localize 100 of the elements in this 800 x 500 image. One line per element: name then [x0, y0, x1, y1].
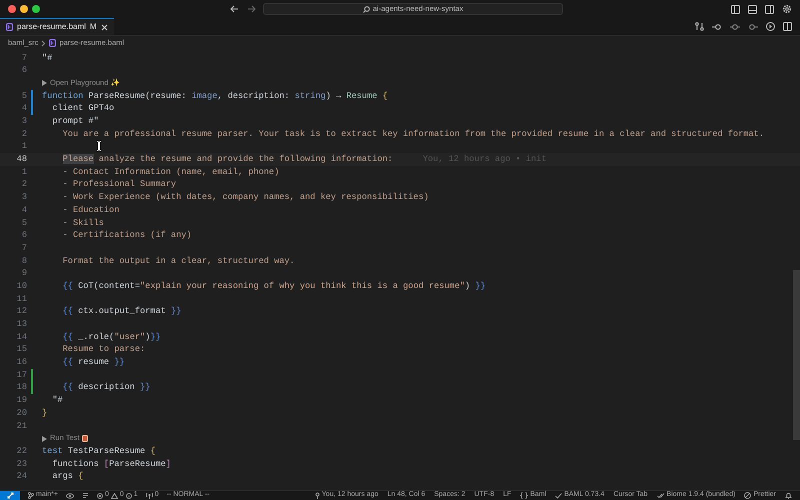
primary-sidebar-icon[interactable]	[731, 4, 740, 14]
line-number: 17	[16, 368, 27, 382]
line-number: 6	[20, 64, 27, 77]
tab-label: parse-resume.baml	[17, 21, 86, 33]
close-window-button[interactable]	[8, 5, 16, 13]
code-line: functions [ParseResume]	[51, 458, 171, 470]
scrollbar-thumb[interactable]	[793, 270, 800, 440]
minimize-window-button[interactable]	[20, 5, 28, 13]
text-cursor-icon	[95, 140, 103, 152]
code-line: prompt #"	[51, 115, 99, 128]
line-number: 15	[16, 343, 27, 356]
test-tube-icon	[82, 435, 88, 442]
go-forward-change-icon[interactable]	[748, 22, 758, 30]
info-icon	[126, 492, 132, 498]
remote-button[interactable]	[0, 490, 20, 500]
play-icon	[42, 436, 47, 442]
line-number: 3	[20, 115, 27, 128]
code-line: - Professional Summary	[62, 178, 176, 192]
compare-changes-icon[interactable]	[695, 22, 704, 31]
code-line: {{ _.role("user")}}	[62, 330, 161, 344]
line-number: 9	[20, 267, 27, 280]
panel-icon[interactable]	[748, 4, 757, 14]
run-icon[interactable]	[766, 22, 775, 31]
code-line: test TestParseResume {	[42, 444, 156, 458]
modified-line-marker[interactable]	[31, 90, 33, 102]
maximize-window-button[interactable]	[32, 5, 40, 13]
secondary-sidebar-icon[interactable]	[765, 4, 774, 14]
code-line: Format the output in a clear, structured way.	[62, 254, 295, 268]
back-arrow-icon[interactable]	[230, 5, 239, 13]
code-line: {{ CoT(content="explain your reasoning of why you think this is a good resume") }}	[62, 280, 486, 293]
code-line: "#	[42, 52, 52, 64]
warning-icon	[110, 492, 118, 498]
line-number: 20	[16, 406, 27, 420]
line-number: 24	[16, 470, 27, 483]
line-number: 23	[16, 458, 27, 470]
close-icon[interactable]	[100, 24, 108, 30]
forward-arrow-icon[interactable]	[247, 5, 256, 13]
code-line: - Certifications (if any)	[62, 229, 192, 242]
line-number: 7	[20, 242, 27, 255]
code-line: - Skills	[62, 216, 104, 230]
split-editor-icon[interactable]	[783, 22, 792, 31]
line-number: 11	[16, 292, 27, 306]
eye-icon[interactable]	[66, 492, 74, 498]
line-number: 13	[16, 318, 27, 331]
code-line: {{ ctx.output_format }}	[62, 305, 182, 318]
editor-tab[interactable]: parse-resume.baml M	[0, 18, 114, 35]
braces-icon	[520, 492, 528, 499]
branch-icon	[28, 492, 34, 499]
settings-icon[interactable]	[782, 4, 792, 14]
line-number: 1	[20, 166, 27, 178]
code-line: You are a professional resume parser. Your task is to extract key information from the provided resume in a clear and structured format.	[62, 128, 764, 140]
play-icon	[42, 80, 47, 86]
line-number: 5	[20, 90, 27, 102]
line-number: 4	[20, 204, 27, 217]
modified-label: M	[90, 21, 97, 33]
code-line: client GPT4o	[51, 102, 114, 116]
line-number: 3	[20, 191, 27, 204]
bell-icon[interactable]	[785, 492, 792, 499]
prohibited-icon	[744, 492, 752, 499]
modified-line-marker[interactable]	[31, 102, 33, 116]
line-number: 4	[20, 102, 27, 116]
added-line-marker[interactable]	[31, 381, 33, 394]
file-type-icon	[49, 39, 56, 47]
code-line: function ParseResume(resume: image, description: string) → Resume {	[42, 90, 388, 102]
code-line: {{ resume }}	[62, 356, 125, 369]
antenna-icon	[146, 492, 153, 499]
list-icon[interactable]	[82, 492, 89, 499]
line-number: 6	[20, 229, 27, 242]
line-number: 48	[16, 153, 27, 166]
line-number: 8	[20, 254, 27, 268]
code-line: args {	[51, 470, 84, 483]
timeline-icon[interactable]	[730, 22, 740, 30]
line-number: 12	[16, 305, 27, 318]
line-number: 10	[16, 280, 27, 293]
line-number: 19	[16, 394, 27, 407]
line-number: 18	[16, 381, 27, 394]
chevron-right-icon	[41, 40, 46, 46]
code-line: - Contact Information (name, email, phone)	[62, 166, 280, 178]
line-number: 7	[20, 52, 27, 64]
code-line: - Education	[62, 204, 120, 217]
go-back-change-icon[interactable]	[712, 22, 722, 30]
line-number: 2	[20, 128, 27, 140]
commit-icon	[314, 492, 320, 499]
line-number: 16	[16, 356, 27, 369]
line-number: 2	[20, 178, 27, 192]
code-line: {{ description }}	[62, 381, 150, 394]
line-number: 5	[20, 216, 27, 230]
file-type-icon	[6, 23, 13, 31]
search-icon	[362, 6, 370, 12]
error-icon	[96, 492, 103, 498]
added-line-marker[interactable]	[31, 368, 33, 382]
code-line: - Work Experience (with dates, company names, and key responsibilities)	[62, 191, 429, 204]
code-line: }	[42, 406, 48, 420]
line-number: 1	[20, 140, 27, 154]
code-line: Please analyze the resume and provide the following information:	[62, 153, 393, 166]
checks-icon	[656, 492, 665, 498]
code-line: "#	[51, 394, 63, 407]
check-icon	[555, 492, 562, 498]
line-number: 14	[16, 330, 27, 344]
code-line: Resume to parse:	[62, 343, 146, 356]
